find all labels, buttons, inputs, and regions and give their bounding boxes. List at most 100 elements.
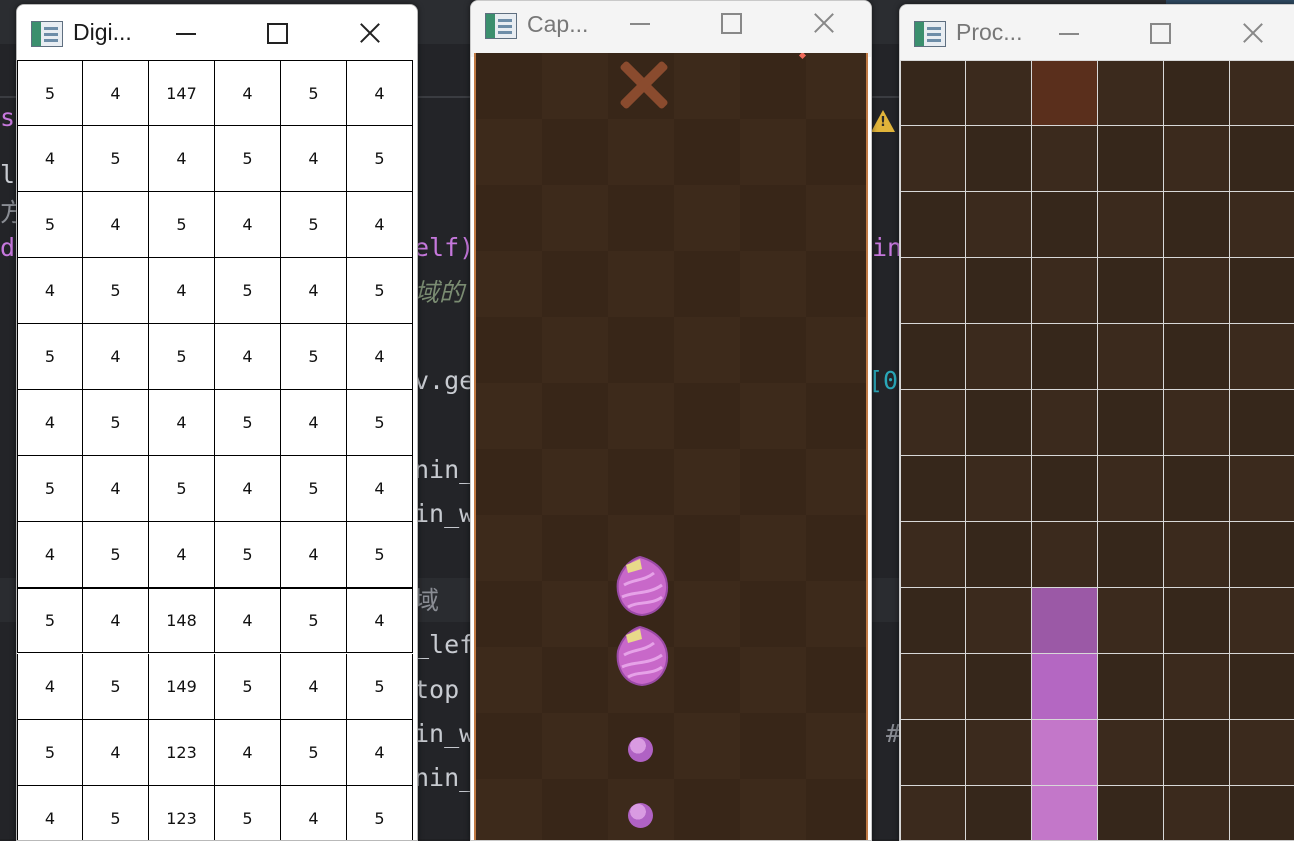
digit-cell: 4	[83, 456, 149, 522]
lotus-bud-icon	[616, 625, 668, 687]
close-button[interactable]	[801, 3, 847, 43]
maximize-button[interactable]	[254, 13, 300, 53]
processed-cell	[900, 720, 966, 786]
digit-cell: 4	[347, 60, 413, 126]
minimize-button[interactable]	[617, 3, 663, 43]
digit-cell: 148	[149, 587, 215, 653]
board-tile	[740, 713, 806, 779]
digit-cell: 5	[347, 522, 413, 588]
digit-cell: 4	[17, 258, 83, 324]
board-tile	[740, 515, 806, 581]
processed-cell	[966, 654, 1032, 720]
digit-cell: 123	[149, 720, 215, 786]
board-tile	[542, 581, 608, 647]
processed-cell	[1032, 786, 1098, 840]
processed-cell	[966, 588, 1032, 654]
maximize-button[interactable]	[1137, 13, 1183, 53]
digit-cell: 5	[83, 522, 149, 588]
processed-cell	[1230, 390, 1294, 456]
digit-cell: 5	[215, 258, 281, 324]
board-tile	[542, 185, 608, 251]
processed-cell	[1032, 60, 1098, 126]
digit-cell: 5	[17, 456, 83, 522]
digit-cell: 4	[17, 654, 83, 720]
board-tile	[740, 779, 806, 840]
digit-cell: 5	[347, 258, 413, 324]
processed-cell	[1098, 588, 1164, 654]
processed-cell	[1032, 192, 1098, 258]
close-button[interactable]	[1230, 13, 1276, 53]
processed-cell	[1164, 390, 1230, 456]
digit-cell: 4	[347, 720, 413, 786]
digit-cell: 4	[215, 324, 281, 390]
digit-cell: 5	[17, 587, 83, 653]
minimize-button[interactable]	[1046, 13, 1092, 53]
orb-icon	[628, 803, 653, 828]
processed-cell	[1230, 126, 1294, 192]
processed-cell	[1164, 588, 1230, 654]
digit-cell: 5	[347, 786, 413, 840]
digit-cell: 4	[347, 192, 413, 258]
digit-cell: 5	[149, 324, 215, 390]
board-tile	[542, 647, 608, 713]
digit-cell: 4	[281, 258, 347, 324]
digit-cell: 4	[83, 192, 149, 258]
processed-cell	[1230, 588, 1294, 654]
minimize-button[interactable]	[163, 13, 209, 53]
board-tile	[674, 317, 740, 383]
board-tile	[806, 317, 866, 383]
processed-cell	[1032, 324, 1098, 390]
digit-cell: 5	[17, 720, 83, 786]
close-button[interactable]	[347, 13, 393, 53]
digit-cell: 4	[149, 390, 215, 456]
board-tile	[476, 53, 542, 119]
board-tile	[608, 383, 674, 449]
digit-window[interactable]: Digi... 5 4 147 4 5 4 4 5 4 5 4 5 5 4 5 4 5 4 4 5 4 5 4 5 5 4 5 4 5 4…	[16, 4, 418, 841]
capture-window-title: Cap...	[527, 11, 589, 37]
capture-window[interactable]: Cap...	[470, 0, 872, 841]
digit-cell: 5	[215, 390, 281, 456]
board-tile	[476, 581, 542, 647]
digit-cell: 4	[149, 126, 215, 192]
digit-cell: 4	[149, 522, 215, 588]
maximize-button[interactable]	[708, 3, 754, 43]
board-tile	[806, 53, 866, 119]
warning-icon[interactable]: !	[871, 110, 895, 132]
digit-cell: 5	[83, 126, 149, 192]
board-tile	[674, 581, 740, 647]
board-tile	[806, 185, 866, 251]
board-tile	[542, 383, 608, 449]
digit-window-titlebar[interactable]: Digi...	[17, 5, 417, 61]
processed-cell	[966, 324, 1032, 390]
digit-cell: 5	[215, 654, 281, 720]
digit-cell: 5	[83, 786, 149, 840]
processed-cell	[1098, 654, 1164, 720]
board-tile	[806, 647, 866, 713]
digit-cell: 4	[149, 258, 215, 324]
board-tile	[476, 713, 542, 779]
digit-cell: 5	[347, 126, 413, 192]
board-tile	[806, 713, 866, 779]
board-tile	[674, 713, 740, 779]
digit-cell: 4	[281, 786, 347, 840]
digit-cell: 5	[83, 258, 149, 324]
processed-cell	[966, 456, 1032, 522]
board-tile	[542, 317, 608, 383]
digit-cell: 5	[281, 60, 347, 126]
board-tile	[542, 713, 608, 779]
processed-cell	[900, 390, 966, 456]
processed-cell	[900, 258, 966, 324]
processed-window-titlebar[interactable]: Proc...	[900, 5, 1294, 61]
processed-cell	[1230, 60, 1294, 126]
board-tile	[476, 251, 542, 317]
processed-cell	[966, 192, 1032, 258]
processed-window[interactable]: Proc...	[899, 4, 1294, 841]
processed-cell	[966, 390, 1032, 456]
capture-canvas	[474, 53, 868, 840]
board-tile	[674, 647, 740, 713]
processed-cell	[1230, 720, 1294, 786]
processed-cell	[1098, 60, 1164, 126]
board-tile	[674, 779, 740, 840]
capture-window-titlebar[interactable]: Cap...	[471, 1, 871, 57]
board-tile	[608, 185, 674, 251]
